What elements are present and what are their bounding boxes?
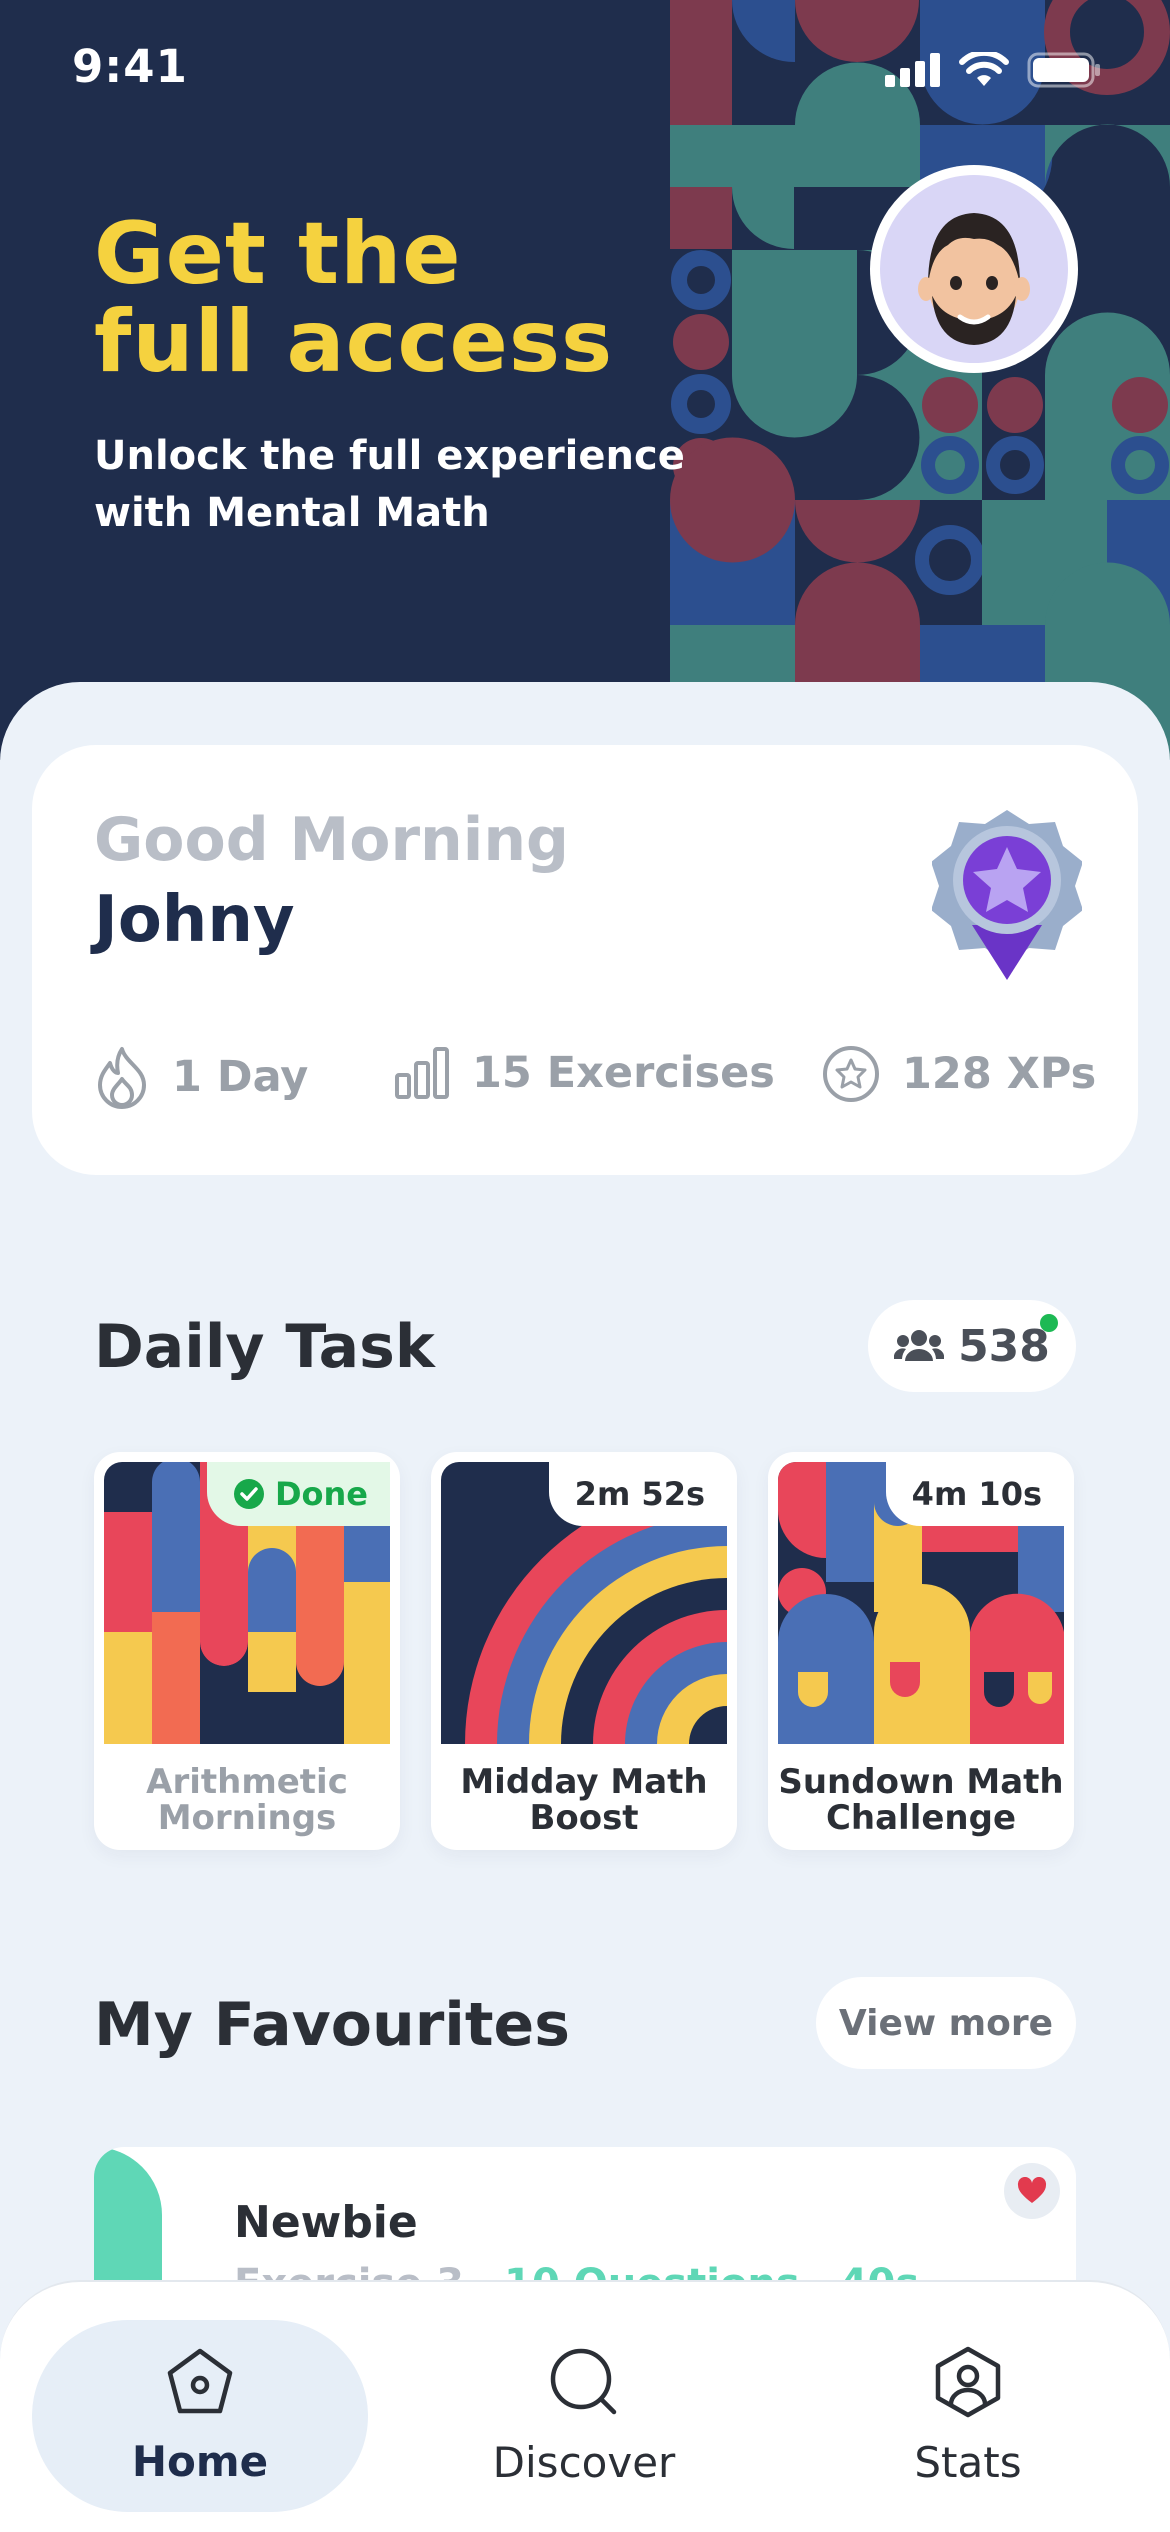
hero-title: Get the full access — [94, 204, 614, 392]
search-icon — [550, 2348, 617, 2414]
heart-icon — [1017, 2177, 1047, 2203]
wifi-icon — [959, 52, 1009, 86]
flame-icon — [98, 1047, 146, 1109]
cellular-signal-icon — [885, 53, 940, 87]
online-users-pill[interactable]: 538 — [868, 1300, 1076, 1392]
tab-label: Stats — [914, 2437, 1022, 2487]
bottom-tab-bar: Home Discover Stats — [0, 2280, 1170, 2532]
status-bar: 9:41 — [0, 0, 1170, 140]
streak-value: 1 Day — [172, 1052, 309, 1102]
user-name: Johny — [94, 883, 295, 957]
avatar-face-icon — [918, 213, 1030, 345]
tab-home[interactable]: Home — [32, 2320, 368, 2512]
check-circle-icon — [233, 1479, 264, 1509]
greeting-label: Good Morning — [94, 805, 569, 875]
profile-icon — [935, 2346, 1001, 2417]
favourites-title: My Favourites — [94, 1990, 570, 2060]
favourite-toggle-button[interactable] — [1004, 2163, 1060, 2219]
task-label: Midday Math Boost — [460, 1762, 708, 1838]
users-icon — [894, 1330, 945, 1361]
home-icon — [167, 2348, 233, 2413]
hero-banner[interactable]: 9:41 Get the full access Unlock the full… — [0, 0, 1170, 760]
xp-stat: 128 XPs — [822, 1045, 1096, 1103]
streak-stat: 1 Day — [94, 1045, 308, 1109]
task-status-badge: Done — [206, 1462, 390, 1526]
bar-chart-icon — [395, 1047, 449, 1099]
hero-subtitle: Unlock the full experience with Mental M… — [94, 433, 685, 536]
online-indicator — [1040, 1314, 1058, 1332]
exercises-stat: 15 Exercises — [394, 1045, 775, 1101]
task-timer-badge: 4m 10s — [885, 1462, 1064, 1526]
view-more-button[interactable]: View more — [816, 1977, 1076, 2069]
task-tag-label: Done — [274, 1475, 368, 1513]
status-time: 9:41 — [72, 40, 188, 93]
online-count: 538 — [958, 1320, 1050, 1372]
task-card-midday-math-boost[interactable]: 2m 52s Midday Math Boost — [431, 1452, 737, 1850]
task-label: Sundown Math Challenge — [778, 1762, 1064, 1838]
greeting-card: Good Morning Johny 1 Day 15 Exercises 12… — [32, 745, 1138, 1175]
task-tag-label: 4m 10s — [911, 1475, 1042, 1513]
tab-stats[interactable]: Stats — [800, 2320, 1136, 2512]
tab-discover[interactable]: Discover — [416, 2320, 752, 2512]
battery-icon — [1027, 52, 1100, 88]
status-icons — [885, 52, 1101, 88]
tab-label: Discover — [492, 2437, 676, 2487]
task-card-sundown-math-challenge[interactable]: 4m 10s Sundown Math Challenge — [768, 1452, 1074, 1850]
favourite-title: Newbie — [234, 2197, 418, 2248]
user-avatar[interactable] — [870, 165, 1078, 373]
star-circle-icon — [823, 1046, 879, 1102]
exercises-value: 15 Exercises — [472, 1048, 775, 1098]
task-timer-badge: 2m 52s — [548, 1462, 727, 1526]
daily-task-title: Daily Task — [94, 1312, 435, 1382]
xp-value: 128 XPs — [902, 1049, 1097, 1099]
task-label: Arithmetic Mornings — [146, 1762, 348, 1838]
tab-label: Home — [131, 2436, 269, 2486]
level-badge-icon[interactable] — [932, 805, 1082, 985]
task-tag-label: 2m 52s — [574, 1475, 705, 1513]
task-card-arithmetic-mornings[interactable]: Done Arithmetic Mornings — [94, 1452, 400, 1850]
